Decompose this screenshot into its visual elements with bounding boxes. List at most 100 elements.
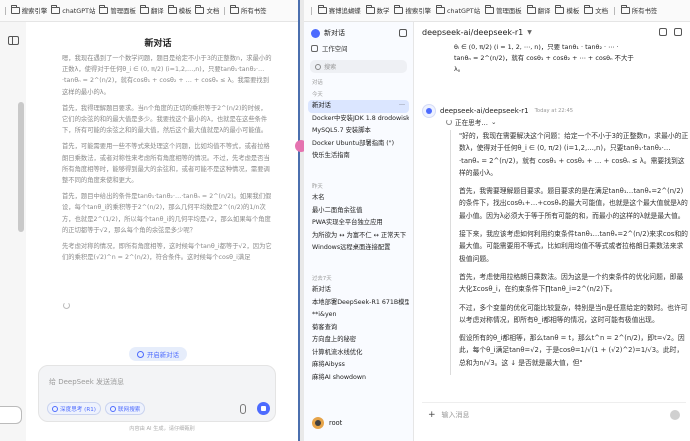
model-selector[interactable]: deepseek-ai/deepseek-r1: [422, 28, 523, 37]
chat-item[interactable]: 麻将Aibyss: [308, 359, 409, 372]
bookmark-folder[interactable]: 模板: [167, 5, 191, 15]
chat-list-week: 新对话 本地部署DeepSeek-R1 671B模型 **i&yen 菊客查询 …: [308, 284, 409, 384]
new-chat-icon: [137, 350, 145, 358]
paragraph: 不过，多个变量的优化可能比较复杂，特别是当n是任意给定的数时。也许可以考虑对称情…: [459, 303, 688, 324]
thinking-text: 嗯，我现在遇到了一个数学问题，题目是给定不小于3的正整数n，求最小的正数λ，使得…: [62, 53, 272, 268]
bookmark-folder[interactable]: 文档: [195, 5, 219, 15]
bookmark-folder[interactable]: 数学: [365, 5, 389, 15]
message-input-placeholder: 给 DeepSeek 发送消息: [49, 378, 125, 386]
bookmark-separator: |: [4, 6, 7, 15]
group-label: 过去7天: [312, 276, 332, 282]
chat-item[interactable]: PWA实现全平台独立应用: [308, 217, 409, 230]
user-menu[interactable]: root: [312, 417, 342, 429]
new-chat-button[interactable]: 开启新对话: [129, 347, 187, 361]
folder-icon: [317, 5, 327, 14]
chat-item[interactable]: Windows远程桌面连接配置: [308, 242, 409, 255]
paragraph: 首先，我需要理解题目要求。题目要求的是在满足tanθ₁…tanθₙ=2^(n/2…: [459, 187, 688, 220]
avatar: [312, 417, 324, 429]
folder-icon: [99, 5, 109, 14]
loading-spinner-icon: [63, 302, 70, 309]
bookmark-folder[interactable]: 模板: [555, 5, 579, 15]
globe-icon: [110, 405, 116, 412]
sidebar-toggle-icon[interactable]: [8, 36, 19, 45]
chat-item[interactable]: 菊客查询: [308, 322, 409, 335]
chat-item[interactable]: 本地部署DeepSeek-R1 671B模型: [308, 297, 409, 310]
paragraph: 先考虑对称的情况，即所有角度相等，这时候每个tanθ_i都等于√2，因为它们的乘…: [62, 243, 272, 262]
folder-icon: [584, 5, 594, 14]
chat-item[interactable]: 麻将AI showdown: [308, 372, 409, 385]
bookmark-bar: | 赛博追蝴蝶 数学 搜索引擎 chatGPT站 管理面板 翻译 模板 文档 |…: [304, 0, 690, 22]
chat-item[interactable]: Docker Ubuntu部署指南 ("): [308, 138, 409, 151]
chat-item[interactable]: 计算机流水线优化: [308, 347, 409, 360]
web-search-toggle[interactable]: 联网搜索: [105, 402, 146, 415]
folder-icon: [620, 5, 630, 14]
new-chat-pencil-icon[interactable]: [399, 29, 407, 37]
folder-icon: [436, 5, 445, 14]
folder-icon: [10, 5, 20, 14]
chat-header: deepseek-ai/deepseek-r1 ▼: [414, 22, 690, 42]
chat-item[interactable]: MySQL5.7 安装脚本: [308, 125, 409, 138]
message-input[interactable]: + 输入消息: [422, 402, 686, 426]
chat-item[interactable]: Docker中安装JDK 1.8 drodowisko: [308, 113, 409, 126]
chat-main: deepseek-ai/deepseek-r1 ▼ θᵢ ∈ (0, π/2) …: [414, 22, 690, 441]
workspace-link[interactable]: 工作空间: [311, 44, 348, 53]
plus-icon[interactable]: +: [428, 410, 436, 420]
folder-icon: [229, 5, 239, 14]
bookmark-folder[interactable]: chatGPT站: [51, 5, 95, 15]
bookmark-folder[interactable]: 管理面板: [99, 5, 136, 15]
atom-icon: [52, 405, 58, 412]
chat-item[interactable]: 新对话: [308, 284, 409, 297]
stop-button[interactable]: [257, 402, 270, 415]
scrollbar[interactable]: [18, 102, 24, 232]
bookmark-folder[interactable]: 搜索引擎: [394, 5, 431, 15]
folder-icon: [365, 5, 375, 14]
folder-icon: [167, 5, 177, 14]
chat-item[interactable]: 方向盘上的秘密: [308, 334, 409, 347]
loading-spinner-icon: [446, 119, 452, 125]
message-input-box[interactable]: 给 DeepSeek 发送消息 深度思考 (R1) 联网搜索: [38, 365, 276, 422]
right-browser-window: | 赛博追蝴蝶 数学 搜索引擎 chatGPT站 管理面板 翻译 模板 文档 |…: [304, 0, 690, 441]
folder-icon: [555, 5, 565, 14]
attachment-icon[interactable]: [240, 404, 246, 414]
app-logo-icon: [311, 28, 320, 38]
paragraph: 首先，考虑使用拉格朗日乘数法。因为这是一个约束条件的优化问题，即最大化Σcosθ…: [459, 272, 684, 294]
chat-item-active[interactable]: 新对话 ···: [308, 100, 409, 113]
bookmark-folder[interactable]: 管理面板: [485, 5, 522, 15]
bookmark-folder[interactable]: chatGPT站: [436, 5, 480, 15]
chat-item[interactable]: **i&yen: [308, 309, 409, 322]
paragraph: "好的，我现在需要解决这个问题：给定一个不小于3的正整数n，求最小的正数λ，使得…: [459, 132, 689, 177]
group-label: 昨天: [312, 184, 323, 190]
sidebar-header: 新对话: [311, 28, 407, 38]
chat-item[interactable]: 快乐生活指南: [308, 150, 409, 163]
bookmark-folder[interactable]: 翻译: [526, 5, 550, 15]
send-button[interactable]: [670, 409, 680, 420]
settings-icon[interactable]: [659, 28, 667, 36]
sidebar-tab[interactable]: [0, 406, 22, 424]
bookmark-folder[interactable]: 文档: [584, 5, 608, 15]
chat-item[interactable]: 木名: [308, 192, 409, 205]
deepthink-toggle[interactable]: 深度思考 (R1): [47, 402, 101, 415]
paragraph: 首先，题目中给出的条件是tanθ₁·tanθ₂·…·tanθₙ = 2^(n/2…: [62, 193, 272, 234]
workspace-icon: [311, 45, 318, 52]
chevron-down-icon[interactable]: ▼: [527, 29, 532, 36]
share-icon[interactable]: [674, 28, 682, 36]
screen: | 搜索引擎 chatGPT站 管理面板 翻译 模板 文档 | 所有书签 新对话…: [0, 0, 690, 441]
thinking-status[interactable]: 正在思考… ⌄: [446, 117, 497, 127]
chat-item[interactable]: 最小二面角余弦值: [308, 205, 409, 218]
bookmark-folder[interactable]: 赛博追蝴蝶: [317, 5, 361, 15]
more-icon[interactable]: ···: [399, 100, 405, 113]
group-label: 今天: [312, 92, 323, 98]
paragraph: 首先，我得理解题目要求。当n个角度的正切的乘积等于2^(n/2)的时候，它们的余…: [62, 104, 268, 135]
chat-list-today: 新对话 ··· Docker中安装JDK 1.8 drodowisko MySQL…: [308, 100, 409, 163]
bookmark-bar: | 搜索引擎 chatGPT站 管理面板 翻译 模板 文档 | 所有书签: [0, 0, 298, 22]
bookmark-folder[interactable]: 搜索引擎: [10, 5, 47, 15]
bookmark-all[interactable]: 所有书签: [229, 5, 267, 15]
folder-icon: [139, 5, 149, 14]
bookmark-folder[interactable]: 翻译: [139, 5, 164, 15]
folder-icon: [394, 5, 404, 14]
paragraph: 首先，可能需要用一些不等式来处理这个问题，比如均值不等式，或者拉格朗日乘数法，或…: [62, 143, 270, 185]
folder-icon: [51, 5, 61, 14]
bookmark-all[interactable]: 所有书签: [620, 5, 657, 15]
chat-item[interactable]: 为所欲为 ↔ 为富不仁 ↔ 正常天下: [308, 230, 409, 243]
search-input[interactable]: 搜索: [310, 60, 407, 73]
